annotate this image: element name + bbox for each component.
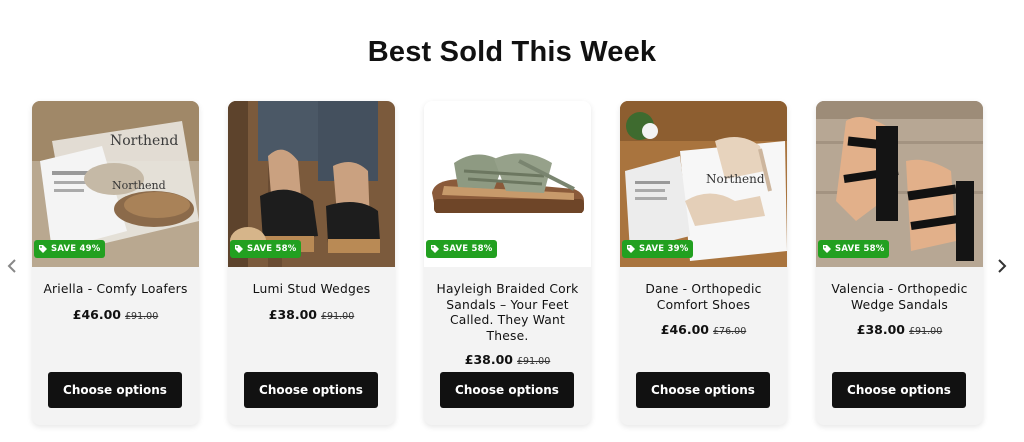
product-title[interactable]: Dane - Orthopedic Comfort Shoes <box>626 282 781 313</box>
badge-label: SAVE 49% <box>51 244 101 254</box>
tag-icon <box>626 244 636 254</box>
price-row: £46.00 £91.00 <box>32 304 199 323</box>
product-title[interactable]: Valencia - Orthopedic Wedge Sandals <box>822 282 977 313</box>
product-card[interactable]: Northend SAVE 39% Dane - Orthopedic Comf… <box>620 101 787 425</box>
product-title[interactable]: Hayleigh Braided Cork Sandals – Your Fee… <box>430 282 585 344</box>
sale-price: £46.00 <box>72 307 121 322</box>
discount-badge: SAVE 58% <box>230 240 302 258</box>
tag-icon <box>430 244 440 254</box>
discount-badge: SAVE 58% <box>426 240 498 258</box>
sale-price: £46.00 <box>660 322 709 337</box>
badge-label: SAVE 58% <box>247 244 297 254</box>
chevron-right-icon <box>998 259 1007 273</box>
choose-options-button[interactable]: Choose options <box>244 372 378 408</box>
compare-price: £91.00 <box>321 311 355 322</box>
discount-badge: SAVE 49% <box>34 240 106 258</box>
sale-price: £38.00 <box>268 307 317 322</box>
choose-options-button[interactable]: Choose options <box>48 372 182 408</box>
price-row: £38.00 £91.00 <box>424 349 591 368</box>
carousel-next-button[interactable] <box>992 252 1012 280</box>
carousel-prev-button[interactable] <box>2 252 22 280</box>
product-card[interactable]: SAVE 58% Valencia - Orthopedic Wedge San… <box>816 101 983 425</box>
product-title[interactable]: Lumi Stud Wedges <box>234 282 389 298</box>
price-row: £38.00 £91.00 <box>228 304 395 323</box>
discount-badge: SAVE 58% <box>818 240 890 258</box>
tag-icon <box>38 244 48 254</box>
chevron-left-icon <box>7 259 16 273</box>
brand-watermark: Northend <box>112 179 166 192</box>
badge-label: SAVE 58% <box>443 244 493 254</box>
product-card[interactable]: Northend Northend SAVE 49% Ariella - Com… <box>32 101 199 425</box>
brand-watermark: Northend <box>110 133 178 149</box>
compare-price: £91.00 <box>909 326 943 337</box>
product-card[interactable]: SAVE 58% Lumi Stud Wedges £38.00 £91.00 C… <box>228 101 395 425</box>
product-card[interactable]: SAVE 58% Hayleigh Braided Cork Sandals –… <box>424 101 591 425</box>
choose-options-button[interactable]: Choose options <box>440 372 574 408</box>
sale-price: £38.00 <box>856 322 905 337</box>
price-row: £38.00 £91.00 <box>816 319 983 338</box>
compare-price: £76.00 <box>713 326 747 337</box>
sale-price: £38.00 <box>464 352 513 367</box>
price-row: £46.00 £76.00 <box>620 319 787 338</box>
badge-label: SAVE 58% <box>835 244 885 254</box>
product-title[interactable]: Ariella - Comfy Loafers <box>38 282 193 298</box>
brand-watermark: Northend <box>706 172 765 186</box>
badge-label: SAVE 39% <box>639 244 689 254</box>
compare-price: £91.00 <box>125 311 159 322</box>
product-carousel: Northend Northend SAVE 49% Ariella - Com… <box>0 0 1024 442</box>
tag-icon <box>822 244 832 254</box>
tag-icon <box>234 244 244 254</box>
compare-price: £91.00 <box>517 356 551 367</box>
discount-badge: SAVE 39% <box>622 240 694 258</box>
choose-options-button[interactable]: Choose options <box>636 372 770 408</box>
choose-options-button[interactable]: Choose options <box>832 372 966 408</box>
